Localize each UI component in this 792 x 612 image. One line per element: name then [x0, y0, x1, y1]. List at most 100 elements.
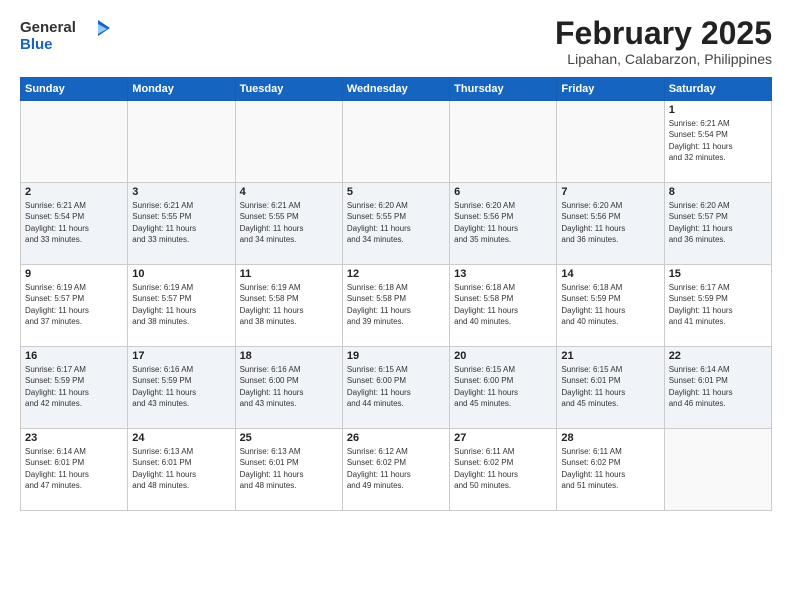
calendar-cell: 12 Sunrise: 6:18 AM Sunset: 5:58 PM Dayli…: [342, 265, 449, 347]
calendar-header-row: Sunday Monday Tuesday Wednesday Thursday…: [21, 78, 772, 101]
logo-svg: General Blue: [20, 16, 110, 52]
day-info: Sunrise: 6:13 AM Sunset: 6:01 PM Dayligh…: [240, 446, 338, 491]
day-number: 28: [561, 432, 659, 444]
day-info: Sunrise: 6:17 AM Sunset: 5:59 PM Dayligh…: [669, 282, 767, 327]
calendar-cell: 17 Sunrise: 6:16 AM Sunset: 5:59 PM Dayli…: [128, 347, 235, 429]
calendar-cell: 11 Sunrise: 6:19 AM Sunset: 5:58 PM Dayli…: [235, 265, 342, 347]
day-info: Sunrise: 6:21 AM Sunset: 5:55 PM Dayligh…: [132, 200, 230, 245]
day-info: Sunrise: 6:14 AM Sunset: 6:01 PM Dayligh…: [25, 446, 123, 491]
calendar-cell: 7Sunrise: 6:20 AM Sunset: 5:56 PM Daylig…: [557, 183, 664, 265]
day-info: Sunrise: 6:11 AM Sunset: 6:02 PM Dayligh…: [454, 446, 552, 491]
day-number: 13: [454, 268, 552, 280]
calendar-week-row: 1 Sunrise: 6:21 AM Sunset: 5:54 PM Daylig…: [21, 101, 772, 183]
calendar-cell: 6Sunrise: 6:20 AM Sunset: 5:56 PM Daylig…: [450, 183, 557, 265]
col-wednesday: Wednesday: [342, 78, 449, 101]
day-info: Sunrise: 6:19 AM Sunset: 5:58 PM Dayligh…: [240, 282, 338, 327]
day-number: 18: [240, 350, 338, 362]
day-info: Sunrise: 6:18 AM Sunset: 5:58 PM Dayligh…: [347, 282, 445, 327]
day-number: 11: [240, 268, 338, 280]
day-info: Sunrise: 6:18 AM Sunset: 5:59 PM Dayligh…: [561, 282, 659, 327]
calendar-cell: 14 Sunrise: 6:18 AM Sunset: 5:59 PM Dayli…: [557, 265, 664, 347]
calendar-cell: 10 Sunrise: 6:19 AM Sunset: 5:57 PM Dayli…: [128, 265, 235, 347]
col-saturday: Saturday: [664, 78, 771, 101]
page-container: General Blue February 2025 Lipahan, Cala…: [0, 0, 792, 612]
calendar-week-row: 23 Sunrise: 6:14 AM Sunset: 6:01 PM Dayli…: [21, 429, 772, 511]
calendar-cell: 24 Sunrise: 6:13 AM Sunset: 6:01 PM Dayli…: [128, 429, 235, 511]
day-number: 9: [25, 268, 123, 280]
calendar-cell: [557, 101, 664, 183]
day-info: Sunrise: 6:16 AM Sunset: 6:00 PM Dayligh…: [240, 364, 338, 409]
calendar-cell: 13Sunrise: 6:18 AM Sunset: 5:58 PM Dayli…: [450, 265, 557, 347]
day-info: Sunrise: 6:21 AM Sunset: 5:54 PM Dayligh…: [669, 118, 767, 163]
col-friday: Friday: [557, 78, 664, 101]
calendar-cell: 2Sunrise: 6:21 AM Sunset: 5:54 PM Daylig…: [21, 183, 128, 265]
day-number: 14: [561, 268, 659, 280]
month-title: February 2025: [555, 16, 772, 51]
day-info: Sunrise: 6:21 AM Sunset: 5:55 PM Dayligh…: [240, 200, 338, 245]
day-info: Sunrise: 6:15 AM Sunset: 6:01 PM Dayligh…: [561, 364, 659, 409]
day-info: Sunrise: 6:20 AM Sunset: 5:57 PM Dayligh…: [669, 200, 767, 245]
col-monday: Monday: [128, 78, 235, 101]
calendar-cell: 3 Sunrise: 6:21 AM Sunset: 5:55 PM Daylig…: [128, 183, 235, 265]
day-number: 21: [561, 350, 659, 362]
day-number: 23: [25, 432, 123, 444]
day-number: 16: [25, 350, 123, 362]
calendar-cell: 28 Sunrise: 6:11 AM Sunset: 6:02 PM Dayli…: [557, 429, 664, 511]
col-tuesday: Tuesday: [235, 78, 342, 101]
calendar-cell: 19Sunrise: 6:15 AM Sunset: 6:00 PM Dayli…: [342, 347, 449, 429]
day-info: Sunrise: 6:13 AM Sunset: 6:01 PM Dayligh…: [132, 446, 230, 491]
calendar-cell: 18 Sunrise: 6:16 AM Sunset: 6:00 PM Dayli…: [235, 347, 342, 429]
day-number: 1: [669, 104, 767, 116]
day-info: Sunrise: 6:19 AM Sunset: 5:57 PM Dayligh…: [132, 282, 230, 327]
day-number: 3: [132, 186, 230, 198]
day-number: 25: [240, 432, 338, 444]
calendar-cell: 20 Sunrise: 6:15 AM Sunset: 6:00 PM Dayli…: [450, 347, 557, 429]
day-number: 24: [132, 432, 230, 444]
calendar-week-row: 2Sunrise: 6:21 AM Sunset: 5:54 PM Daylig…: [21, 183, 772, 265]
logo: General Blue: [20, 16, 110, 52]
col-sunday: Sunday: [21, 78, 128, 101]
calendar-cell: [21, 101, 128, 183]
day-number: 19: [347, 350, 445, 362]
location: Lipahan, Calabarzon, Philippines: [555, 51, 772, 67]
day-info: Sunrise: 6:15 AM Sunset: 6:00 PM Dayligh…: [454, 364, 552, 409]
day-info: Sunrise: 6:20 AM Sunset: 5:55 PM Dayligh…: [347, 200, 445, 245]
day-number: 22: [669, 350, 767, 362]
calendar-cell: [235, 101, 342, 183]
day-info: Sunrise: 6:16 AM Sunset: 5:59 PM Dayligh…: [132, 364, 230, 409]
calendar-week-row: 9 Sunrise: 6:19 AM Sunset: 5:57 PM Daylig…: [21, 265, 772, 347]
calendar-cell: 25 Sunrise: 6:13 AM Sunset: 6:01 PM Dayli…: [235, 429, 342, 511]
calendar-week-row: 16Sunrise: 6:17 AM Sunset: 5:59 PM Dayli…: [21, 347, 772, 429]
day-info: Sunrise: 6:20 AM Sunset: 5:56 PM Dayligh…: [561, 200, 659, 245]
calendar-cell: 21 Sunrise: 6:15 AM Sunset: 6:01 PM Dayli…: [557, 347, 664, 429]
day-number: 17: [132, 350, 230, 362]
calendar-cell: 4 Sunrise: 6:21 AM Sunset: 5:55 PM Daylig…: [235, 183, 342, 265]
calendar-cell: 5 Sunrise: 6:20 AM Sunset: 5:55 PM Daylig…: [342, 183, 449, 265]
day-number: 27: [454, 432, 552, 444]
day-number: 26: [347, 432, 445, 444]
day-info: Sunrise: 6:20 AM Sunset: 5:56 PM Dayligh…: [454, 200, 552, 245]
svg-text:General: General: [20, 19, 76, 36]
day-number: 12: [347, 268, 445, 280]
day-info: Sunrise: 6:14 AM Sunset: 6:01 PM Dayligh…: [669, 364, 767, 409]
day-number: 10: [132, 268, 230, 280]
day-info: Sunrise: 6:11 AM Sunset: 6:02 PM Dayligh…: [561, 446, 659, 491]
day-number: 20: [454, 350, 552, 362]
day-number: 15: [669, 268, 767, 280]
calendar-cell: 1 Sunrise: 6:21 AM Sunset: 5:54 PM Daylig…: [664, 101, 771, 183]
calendar-cell: [128, 101, 235, 183]
day-number: 4: [240, 186, 338, 198]
calendar-cell: [664, 429, 771, 511]
calendar-cell: 26 Sunrise: 6:12 AM Sunset: 6:02 PM Dayli…: [342, 429, 449, 511]
svg-text:Blue: Blue: [20, 36, 53, 52]
calendar-cell: 22 Sunrise: 6:14 AM Sunset: 6:01 PM Dayli…: [664, 347, 771, 429]
day-info: Sunrise: 6:19 AM Sunset: 5:57 PM Dayligh…: [25, 282, 123, 327]
calendar-cell: [342, 101, 449, 183]
calendar-cell: 23 Sunrise: 6:14 AM Sunset: 6:01 PM Dayli…: [21, 429, 128, 511]
title-block: February 2025 Lipahan, Calabarzon, Phili…: [555, 16, 772, 67]
header: General Blue February 2025 Lipahan, Cala…: [20, 16, 772, 67]
calendar-cell: 15 Sunrise: 6:17 AM Sunset: 5:59 PM Dayli…: [664, 265, 771, 347]
day-info: Sunrise: 6:12 AM Sunset: 6:02 PM Dayligh…: [347, 446, 445, 491]
day-number: 5: [347, 186, 445, 198]
calendar-cell: 8Sunrise: 6:20 AM Sunset: 5:57 PM Daylig…: [664, 183, 771, 265]
